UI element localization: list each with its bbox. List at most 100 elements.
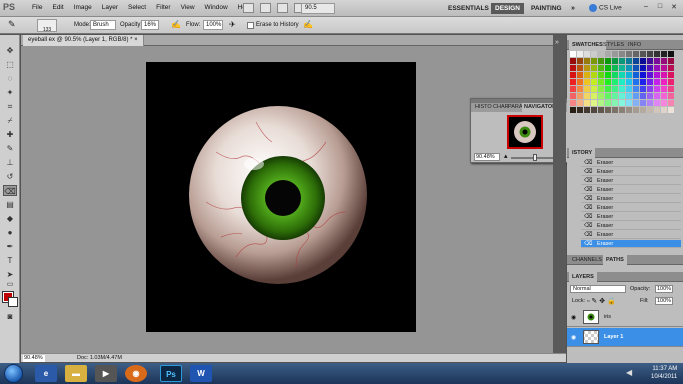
tab-history-panel[interactable]: ISTORY	[569, 148, 596, 158]
history-item[interactable]: ⌫ Eraser	[581, 177, 681, 185]
swatch[interactable]	[654, 100, 660, 106]
swatch[interactable]	[570, 107, 576, 113]
swatch[interactable]	[626, 79, 632, 85]
swatch[interactable]	[598, 86, 604, 92]
zoom-out-icon[interactable]: ▴	[504, 152, 508, 160]
history-item[interactable]: ⌫ Eraser	[581, 159, 681, 167]
swatch[interactable]	[577, 72, 583, 78]
swatch[interactable]	[598, 58, 604, 64]
layer-opacity-input[interactable]: 100%	[655, 285, 673, 293]
swatch[interactable]	[661, 51, 667, 57]
layer-row-iris[interactable]: ◉ iris	[567, 308, 683, 327]
swatch[interactable]	[633, 72, 639, 78]
swatch[interactable]	[654, 79, 660, 85]
swatch[interactable]	[605, 51, 611, 57]
swatch[interactable]	[570, 72, 576, 78]
swatch[interactable]	[619, 58, 625, 64]
bridge-icon[interactable]	[243, 3, 254, 13]
swatch[interactable]	[605, 65, 611, 71]
swatch[interactable]	[654, 107, 660, 113]
quick-select-tool-icon[interactable]: ✦	[3, 87, 17, 98]
swatch[interactable]	[647, 51, 653, 57]
swatch[interactable]	[577, 100, 583, 106]
lock-icons[interactable]: ▫ ✎ ✥ 🔒	[587, 297, 616, 305]
swatch[interactable]	[584, 79, 590, 85]
history-brush-tool-icon[interactable]: ↺	[3, 171, 17, 182]
swatch[interactable]	[654, 72, 660, 78]
swatch[interactable]	[619, 65, 625, 71]
eraser-tool-icon[interactable]: ⌫	[3, 185, 17, 196]
type-tool-icon[interactable]: T	[3, 255, 17, 266]
visibility-eye-icon[interactable]: ◉	[571, 334, 576, 341]
opacity-input[interactable]: 16%	[141, 20, 159, 30]
swatch[interactable]	[661, 79, 667, 85]
swatch[interactable]	[619, 86, 625, 92]
swatch[interactable]	[591, 107, 597, 113]
swatches-grid[interactable]	[570, 51, 678, 123]
ie-icon[interactable]: e	[35, 365, 57, 382]
swatch[interactable]	[570, 86, 576, 92]
layer-row-layer1[interactable]: ◉ Layer 1	[567, 328, 683, 347]
swatch[interactable]	[633, 79, 639, 85]
swatch[interactable]	[584, 65, 590, 71]
zoom-level-select[interactable]: 90.5	[301, 3, 335, 14]
menu-window[interactable]: Window	[200, 4, 233, 11]
swatch[interactable]	[612, 72, 618, 78]
pen-tool-icon[interactable]: ✒	[3, 241, 17, 252]
workspace-painting[interactable]: PAINTING	[527, 3, 566, 14]
menu-image[interactable]: Image	[69, 4, 97, 11]
swatch[interactable]	[640, 100, 646, 106]
swatch[interactable]	[598, 51, 604, 57]
erase-to-history-checkbox[interactable]	[247, 22, 254, 29]
swatch[interactable]	[619, 72, 625, 78]
swatch[interactable]	[605, 93, 611, 99]
swatch[interactable]	[619, 107, 625, 113]
swatch[interactable]	[668, 93, 674, 99]
swatch[interactable]	[654, 51, 660, 57]
maximize-button[interactable]: □	[654, 3, 666, 13]
swatch[interactable]	[626, 86, 632, 92]
swatch[interactable]	[633, 65, 639, 71]
swatch[interactable]	[668, 65, 674, 71]
swatch[interactable]	[661, 58, 667, 64]
swatch[interactable]	[626, 58, 632, 64]
swatch[interactable]	[640, 79, 646, 85]
marquee-tool-icon[interactable]: ⬚	[3, 59, 17, 70]
swatch[interactable]	[654, 86, 660, 92]
tab-styles[interactable]: STYLES	[600, 40, 627, 50]
history-item[interactable]: ⌫ Eraser	[581, 195, 681, 203]
swatch[interactable]	[661, 107, 667, 113]
tab-layers[interactable]: LAYERS	[569, 272, 597, 282]
background-color-swatch[interactable]	[8, 297, 18, 307]
status-zoom-field[interactable]: 90.48%	[23, 355, 45, 362]
swatch[interactable]	[661, 86, 667, 92]
swatch[interactable]	[661, 93, 667, 99]
swatch[interactable]	[577, 65, 583, 71]
swatch[interactable]	[668, 79, 674, 85]
menu-select[interactable]: Select	[123, 4, 151, 11]
swatch[interactable]	[570, 100, 576, 106]
swatch[interactable]	[577, 86, 583, 92]
swatch[interactable]	[640, 93, 646, 99]
swatch[interactable]	[668, 72, 674, 78]
firefox-icon[interactable]: ◉	[125, 365, 147, 382]
swatch[interactable]	[647, 65, 653, 71]
swatch[interactable]	[577, 107, 583, 113]
history-item[interactable]: ⌫ Eraser	[581, 168, 681, 176]
swatch[interactable]	[577, 51, 583, 57]
word-taskbar-icon[interactable]: W	[190, 365, 212, 382]
swatch[interactable]	[598, 93, 604, 99]
swatch[interactable]	[612, 65, 618, 71]
swatch[interactable]	[654, 65, 660, 71]
swatch[interactable]	[598, 65, 604, 71]
document-canvas[interactable]	[146, 62, 416, 332]
swatch[interactable]	[591, 51, 597, 57]
swatch[interactable]	[619, 100, 625, 106]
swatch[interactable]	[668, 100, 674, 106]
history-item[interactable]: ⌫ Eraser	[581, 231, 681, 239]
swatch[interactable]	[647, 72, 653, 78]
swatch[interactable]	[612, 51, 618, 57]
swatch[interactable]	[577, 58, 583, 64]
history-item[interactable]: ⌫ Eraser	[581, 213, 681, 221]
swatch[interactable]	[605, 100, 611, 106]
